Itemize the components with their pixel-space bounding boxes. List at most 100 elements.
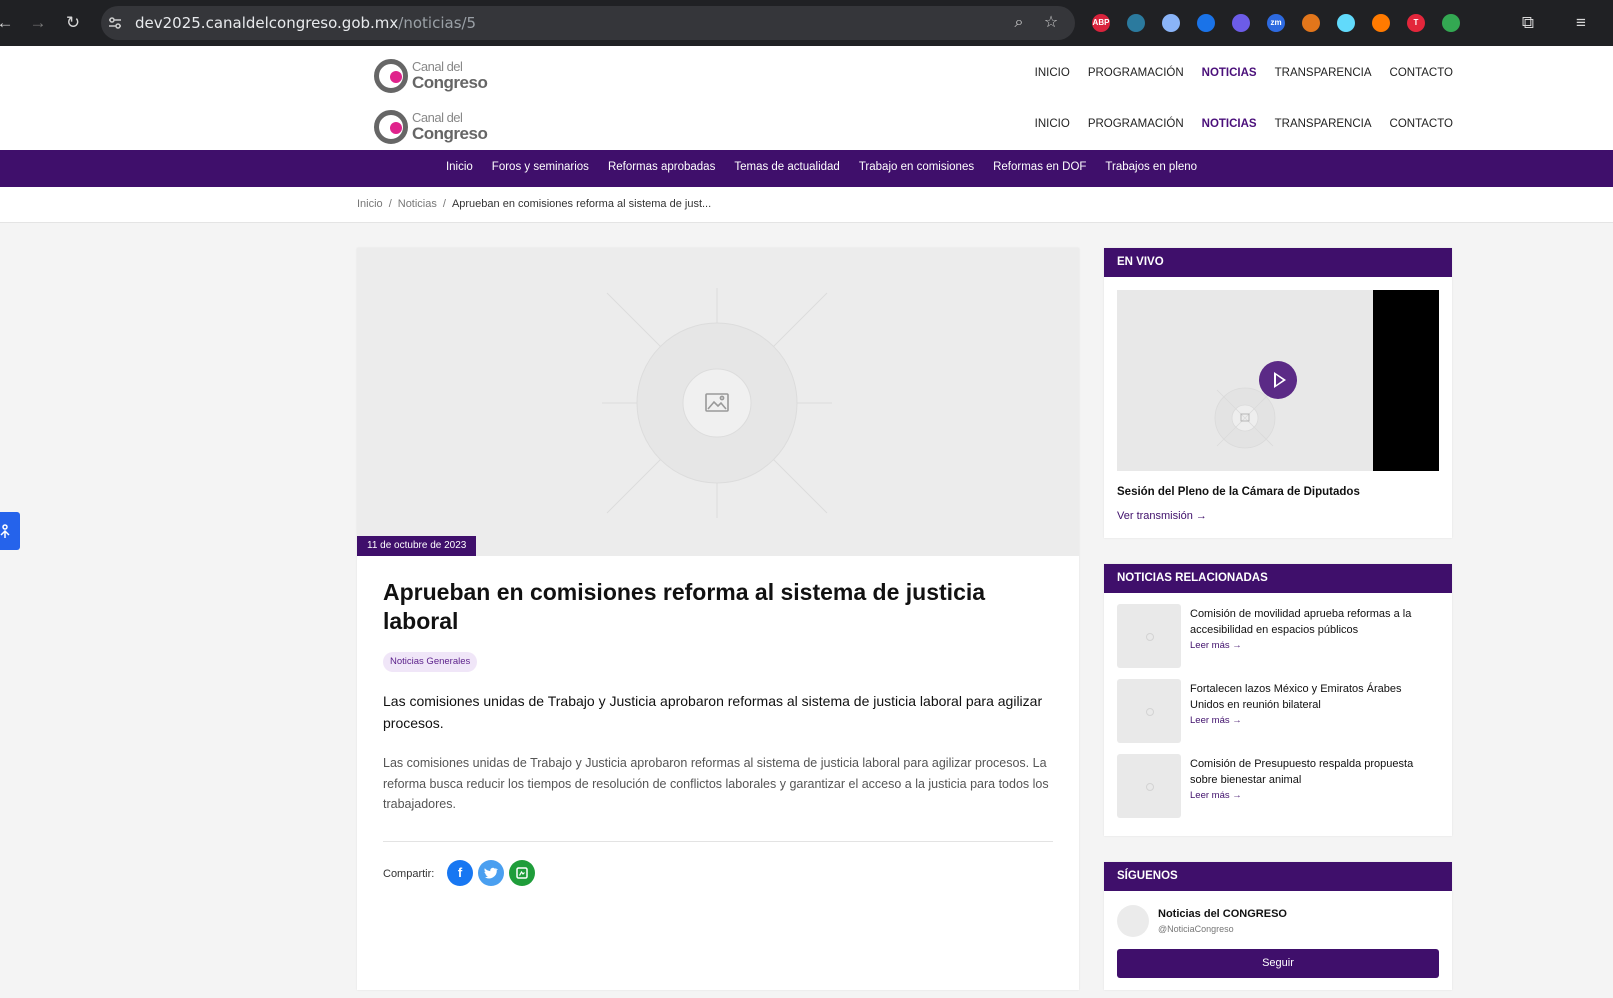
breadcrumb-home[interactable]: Inicio [357,198,383,210]
live-title: Sesión del Pleno de la Cámara de Diputad… [1117,486,1360,498]
react-devtools-icon[interactable] [1337,14,1355,32]
section-nav-bar: Inicio Foros y seminarios Reformas aprobad… [0,150,1613,187]
twitter-share-icon[interactable] [478,860,504,886]
logo-text-bottom: Congreso [412,124,488,143]
top-nav: INICIO PROGRAMACIÓN NOTICIAS TRANSPARENCIA C… [1035,67,1453,79]
extensions-puzzle-icon[interactable]: ⧉ [1517,12,1539,34]
image-placeholder-icon [1214,387,1276,449]
section-nav-item[interactable]: Trabajo en comisiones [859,161,974,173]
extension-icon-9[interactable] [1372,14,1390,32]
extension-icon-4[interactable] [1197,14,1215,32]
watch-stream-link[interactable]: Ver transmisión → [1117,510,1207,522]
accessibility-widget-button[interactable] [0,512,20,550]
share-label: Compartir: [383,868,435,880]
logo-mark-icon [374,110,408,144]
news-title[interactable]: Comisión de movilidad aprueba reformas a… [1190,606,1430,638]
news-thumbnail[interactable] [1117,754,1181,818]
breadcrumb-bar: Inicio / Noticias / Aprueban en comision… [0,187,1613,223]
article-lead: Las comisiones unidas de Trabajo y Justi… [383,693,1043,731]
related-news-item[interactable]: Comisión de movilidad aprueba reformas a… [1117,604,1439,668]
article-card: 11 de octubre de 2023 Aprueban en comisi… [357,248,1079,990]
section-nav-item[interactable]: Reformas aprobadas [608,161,715,173]
breadcrumb-section[interactable]: Noticias [398,198,437,210]
related-news-widget: NOTICIAS RELACIONADAS Comisión de movili… [1104,564,1452,836]
follow-button[interactable]: Seguir [1117,949,1439,978]
breadcrumb-separator: / [388,198,392,210]
nav-contacto[interactable]: CONTACTO [1390,118,1453,130]
breadcrumb: Inicio / Noticias / Aprueban en comision… [357,198,711,210]
tab-search-icon[interactable]: ≡ [1570,12,1592,34]
nav-contacto[interactable]: CONTACTO [1390,67,1453,79]
logo-text-bottom: Congreso [412,73,488,92]
account-name: Noticias del CONGRESO [1158,908,1287,920]
whatsapp-share-icon[interactable] [509,860,535,886]
related-heading: NOTICIAS RELACIONADAS [1104,564,1452,593]
follow-heading: SÍGUENOS [1104,862,1452,891]
section-nav-item[interactable]: Foros y seminarios [492,161,589,173]
section-nav-item[interactable]: Temas de actualidad [734,161,839,173]
logo-text-top: Canal del [412,110,463,125]
reload-icon[interactable]: ↻ [62,12,84,34]
avatar [1117,905,1149,937]
url-text[interactable]: dev2025.canaldelcongreso.gob.mx/noticias… [135,14,476,32]
header-row-1: Canal del Congreso INICIO PROGRAMACIÓN NOT… [356,49,1453,99]
extension-icon-3[interactable] [1162,14,1180,32]
extension-icon-5[interactable] [1232,14,1250,32]
facebook-share-icon[interactable]: f [447,860,473,886]
forward-icon[interactable]: → [27,12,49,34]
header-row-2: Canal del Congreso INICIO PROGRAMACIÓN NOT… [356,100,1453,150]
read-more-link[interactable]: Leer más → [1190,715,1242,726]
follow-widget: SÍGUENOS Noticias del CONGRESO @NoticiaC… [1104,862,1452,990]
site-header: Canal del Congreso INICIO PROGRAMACIÓN NOT… [0,46,1613,150]
read-more-link[interactable]: Leer más → [1190,640,1242,651]
nav-programación[interactable]: PROGRAMACIÓN [1088,67,1184,79]
metamask-icon[interactable] [1302,14,1320,32]
news-thumbnail[interactable] [1117,679,1181,743]
address-bar[interactable]: dev2025.canaldelcongreso.gob.mx/noticias… [101,6,1075,40]
extension-icon-10[interactable]: T [1407,14,1425,32]
account-handle: @NoticiaCongreso [1158,924,1234,934]
top-nav: INICIO PROGRAMACIÓN NOTICIAS TRANSPARENCIA C… [1035,118,1453,130]
news-title[interactable]: Fortalecen lazos México y Emiratos Árabe… [1190,681,1430,713]
live-video-thumbnail[interactable] [1117,290,1439,471]
url-host: dev2025.canaldelcongreso.gob.mx [135,14,399,32]
related-news-item[interactable]: Fortalecen lazos México y Emiratos Árabe… [1117,679,1439,743]
extension-icon-2[interactable] [1127,14,1145,32]
article-category-tag[interactable]: Noticias Generales [383,652,478,672]
nav-noticias[interactable]: NOTICIAS [1202,67,1257,79]
extension-icon-11[interactable] [1442,14,1460,32]
site-logo[interactable]: Canal del Congreso [374,108,489,146]
breadcrumb-current: Aprueban en comisiones reforma al sistem… [451,198,712,210]
play-icon[interactable] [1259,361,1297,399]
site-logo[interactable]: Canal del Congreso [374,57,489,95]
adblock-plus-icon[interactable]: ABP [1092,14,1110,32]
divider [383,841,1053,842]
section-nav-item[interactable]: Reformas en DOF [993,161,1086,173]
zoom-extension-icon[interactable]: zm [1267,14,1285,32]
site-info-icon[interactable] [107,15,123,31]
read-more-link[interactable]: Leer más → [1190,790,1242,801]
article-date-badge: 11 de octubre de 2023 [357,536,477,556]
nav-inicio[interactable]: INICIO [1035,67,1070,79]
live-heading: EN VIVO [1104,248,1452,277]
nav-transparencia[interactable]: TRANSPARENCIA [1275,118,1372,130]
article-body: Las comisiones unidas de Trabajo y Justi… [383,756,1049,811]
news-title[interactable]: Comisión de Presupuesto respalda propues… [1190,756,1430,788]
back-icon[interactable]: ← [0,12,16,34]
section-nav: Inicio Foros y seminarios Reformas aprobad… [0,161,1613,173]
zoom-icon[interactable]: ⌕ [1009,13,1029,33]
section-nav-item[interactable]: Trabajos en pleno [1105,161,1197,173]
logo-mark-icon [374,59,408,93]
browser-toolbar: ← → ↻ dev2025.canaldelcongreso.gob.mx/no… [0,0,1613,46]
accessibility-icon [0,524,10,538]
nav-programación[interactable]: PROGRAMACIÓN [1088,118,1184,130]
news-thumbnail[interactable] [1117,604,1181,668]
article-title: Aprueban en comisiones reforma al sistem… [383,579,986,634]
video-letterbox [1373,290,1439,471]
section-nav-item[interactable]: Inicio [446,161,473,173]
bookmark-star-icon[interactable]: ☆ [1041,13,1061,33]
nav-transparencia[interactable]: TRANSPARENCIA [1275,67,1372,79]
nav-inicio[interactable]: INICIO [1035,118,1070,130]
nav-noticias[interactable]: NOTICIAS [1202,118,1257,130]
related-news-item[interactable]: Comisión de Presupuesto respalda propues… [1117,754,1439,818]
